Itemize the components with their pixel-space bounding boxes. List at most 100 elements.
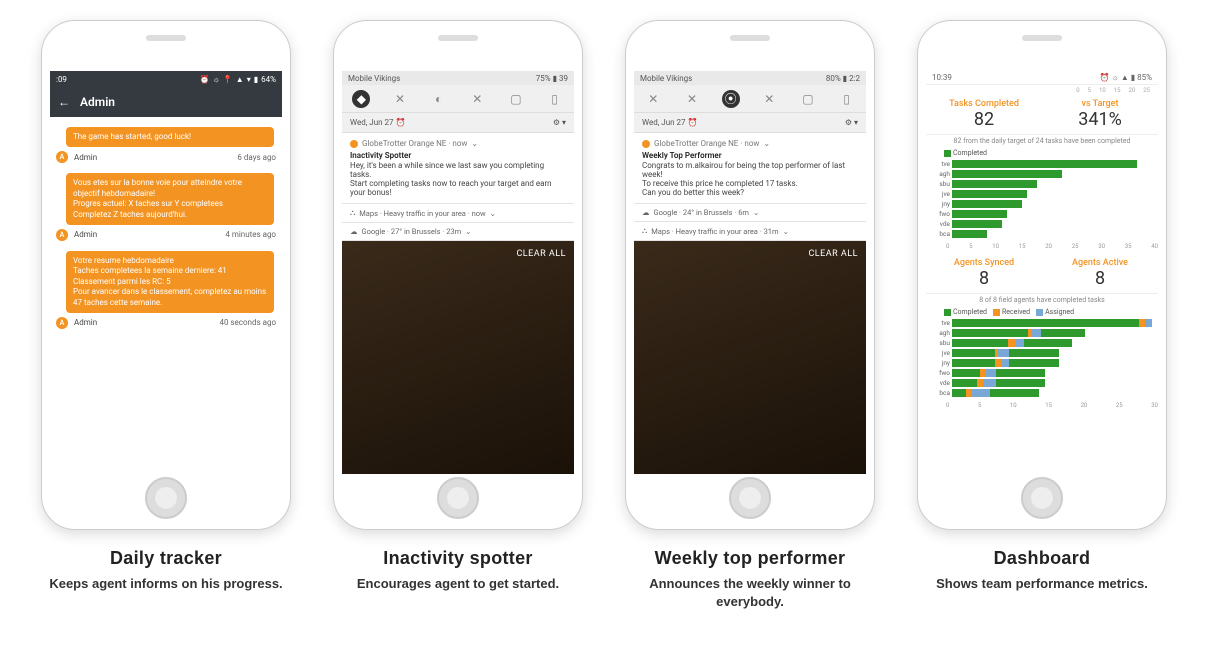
chart-bar [952, 369, 1045, 377]
flashlight-toggle-icon[interactable]: ✕ [468, 90, 486, 108]
chevron-down-icon[interactable]: ⌄ [753, 208, 759, 217]
axis-tick: 15 [1019, 243, 1026, 250]
chart-bar [952, 359, 1059, 367]
chart-row-label: vde [932, 220, 950, 228]
settings-icon[interactable]: ⚙ [845, 118, 852, 127]
axis-tick: 30 [1098, 243, 1105, 250]
chart-bar [952, 160, 1137, 168]
status-clock: 39 [559, 74, 568, 83]
carrier-label: Mobile Vikings [640, 74, 692, 83]
location-icon: 📍 [223, 75, 233, 84]
dnd-toggle-icon[interactable]: ◐ [430, 90, 448, 108]
shade-subheader: Wed, Jun 27 ⏰ ⚙ ▾ [634, 113, 866, 133]
phone-dashboard: 10:39 ⏰ ☼ ▲ ▮ 85% 0510152025 Tasks Compl… [917, 20, 1167, 530]
chart-bar [952, 220, 1002, 228]
chart-row: jny [932, 199, 1152, 209]
chart-row-label: jny [932, 200, 950, 208]
chevron-down-icon[interactable]: ⌄ [490, 209, 496, 218]
chart-legend: Completed Received Assigned [926, 308, 1158, 318]
notification-row[interactable]: ☁ Google · 24° in Brussels · 6m ⌄ [634, 204, 866, 222]
settings-icon[interactable]: ⚙ [553, 118, 560, 127]
chevron-down-icon[interactable]: ⌄ [763, 139, 770, 148]
axis-tick: 5 [969, 243, 972, 250]
axis-tick: 20 [1129, 87, 1136, 94]
status-bar: Mobile Vikings 80% ▮ 2:2 [634, 71, 866, 85]
rotation-toggle-icon[interactable]: ▢ [507, 90, 525, 108]
notification-row[interactable]: ☁ Google · 27° in Brussels · 23m ⌄ [342, 223, 574, 241]
chevron-down-icon[interactable]: ⌄ [465, 227, 471, 236]
chart-bar [952, 329, 1085, 337]
chart-xaxis: 0510152025303540 [926, 243, 1158, 250]
chart-row-label: sbu [932, 339, 950, 347]
wifi-toggle-icon[interactable]: ◆ [352, 90, 370, 108]
chart-row: jny [932, 358, 1152, 368]
status-battery: 85% [1137, 73, 1152, 82]
status-battery: 80% [826, 74, 841, 83]
alarm-icon: ⏰ [200, 75, 210, 84]
bluetooth-toggle-icon[interactable]: ✕ [391, 90, 409, 108]
rotation-toggle-icon[interactable]: ▢ [799, 90, 817, 108]
battery-icon: ▮ [254, 75, 258, 84]
chart-bar [952, 379, 1045, 387]
chart-xaxis: 051015202530 [926, 402, 1158, 409]
flashlight-toggle-icon[interactable]: ✕ [760, 90, 778, 108]
chart-segment [1016, 339, 1024, 347]
notification-row[interactable]: ⛬ Maps · Heavy traffic in your area · 31… [634, 222, 866, 241]
caption-title: Dashboard [936, 548, 1148, 569]
notification-summary: Maps · Heavy traffic in your area · now [359, 209, 485, 218]
status-bar: Mobile Vikings 75% ▮ 39 [342, 71, 574, 85]
bluetooth-toggle-icon[interactable]: ✕ [683, 90, 701, 108]
clear-all-button[interactable]: CLEAR ALL [516, 249, 566, 259]
dnd-toggle-icon[interactable]: ⦿ [722, 90, 740, 108]
chart-segment [952, 220, 965, 228]
avatar: A [56, 229, 68, 241]
chevron-down-icon[interactable]: ⌄ [471, 139, 478, 148]
chart-bar [952, 339, 1072, 347]
chat-bubble: Vous etes sur la bonne voie pour atteind… [66, 173, 274, 225]
battery-saver-icon[interactable]: ▯ [546, 90, 564, 108]
notification-card[interactable]: GlobeTrotter Orange NE · now ⌄ Inactivit… [342, 133, 574, 204]
chart-row: jve [932, 348, 1152, 358]
kpi-label: Agents Active [1042, 258, 1158, 268]
notification-card[interactable]: GlobeTrotter Orange NE · now ⌄ Weekly To… [634, 133, 866, 204]
chevron-down-icon[interactable]: ⌄ [783, 227, 789, 236]
wifi-toggle-icon[interactable]: ✕ [644, 90, 662, 108]
axis-tick: 10 [1010, 402, 1017, 409]
kpi-value: 8 [926, 268, 1042, 289]
chart-row-label: jny [932, 359, 950, 367]
chat-meta: A Admin 6 days ago [56, 149, 276, 169]
wifi-icon: ▾ [247, 75, 251, 84]
notification-row[interactable]: ⛬ Maps · Heavy traffic in your area · no… [342, 204, 574, 223]
chart-row: bca [932, 388, 1152, 398]
maps-icon: ⛬ [642, 226, 647, 236]
sender-name: Admin [74, 318, 213, 327]
status-bar: :09 ⏰ ☼ 📍 ▲ ▾ ▮ 64% [50, 71, 282, 87]
kpi-label: Tasks Completed [926, 99, 1042, 109]
notification-app: GlobeTrotter Orange NE · now [654, 139, 759, 148]
chart-row: tve [932, 318, 1152, 328]
brightness-icon: ☼ [212, 75, 219, 84]
clear-all-button[interactable]: CLEAR ALL [808, 249, 858, 259]
chart-row: jve [932, 189, 1152, 199]
chart-row-label: bca [932, 389, 950, 397]
axis-tick: 35 [1125, 243, 1132, 250]
chart-row-label: tve [932, 319, 950, 327]
status-time: 10:39 [932, 73, 952, 82]
axis-tick: 40 [1151, 243, 1158, 250]
chart-row: agh [932, 328, 1152, 338]
kpi-label: Agents Synced [926, 258, 1042, 268]
signal-icon: ▲ [236, 75, 244, 84]
quick-settings: ◆ ✕ ◐ ✕ ▢ ▯ [342, 85, 574, 113]
back-icon[interactable]: ← [58, 95, 70, 109]
status-bar: 10:39 ⏰ ☼ ▲ ▮ 85% [926, 71, 1158, 85]
battery-saver-icon[interactable]: ▯ [838, 90, 856, 108]
notification-summary: Google · 24° in Brussels · 6m [654, 208, 750, 217]
chart-row: fwo [932, 368, 1152, 378]
chart-segment [952, 329, 1028, 337]
phone-daily-tracker: :09 ⏰ ☼ 📍 ▲ ▾ ▮ 64% ← Admin The game has… [41, 20, 291, 530]
chart-row-label: agh [932, 329, 950, 337]
shade-footer: CLEAR ALL [634, 241, 866, 474]
kpi-value: 8 [1042, 268, 1158, 289]
caption-title: Inactivity spotter [357, 548, 559, 569]
notification-title: Weekly Top Performer [642, 151, 858, 160]
